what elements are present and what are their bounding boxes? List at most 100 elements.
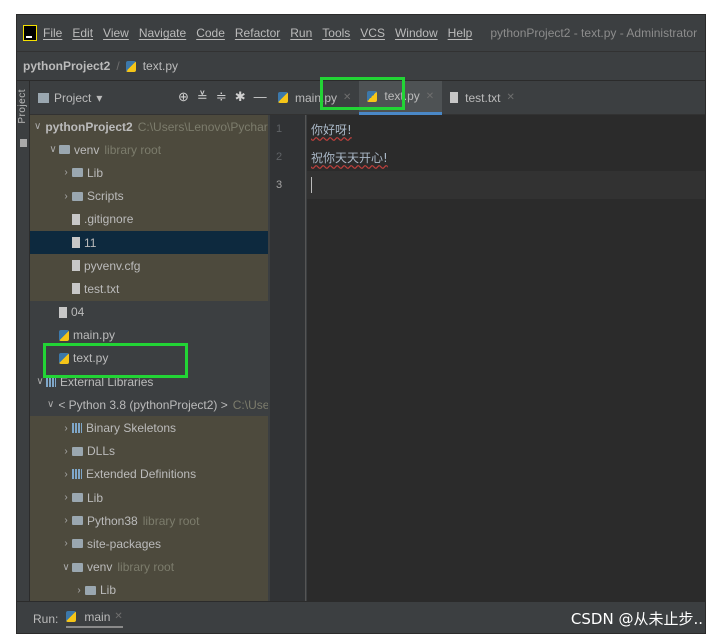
python-run-icon: [66, 611, 77, 622]
menu-vcs[interactable]: VCS: [360, 26, 385, 40]
collapsed-arrow-icon[interactable]: ›: [60, 446, 72, 457]
menu-refactor[interactable]: Refactor: [235, 26, 280, 40]
tree-item-label: Binary Skeletons: [86, 421, 177, 436]
expanded-arrow-icon[interactable]: ∨: [47, 399, 54, 410]
pycharm-logo-icon: [23, 25, 37, 41]
tree-item-label: venv: [87, 560, 113, 575]
close-icon[interactable]: ✕: [507, 92, 515, 103]
close-icon[interactable]: ✕: [343, 92, 351, 103]
structure-icon[interactable]: [20, 139, 27, 147]
collapsed-arrow-icon[interactable]: ›: [60, 538, 72, 549]
text-caret: [311, 177, 312, 193]
editor-tab[interactable]: test.txt ✕: [442, 81, 523, 115]
tree-item[interactable]: test.txt: [30, 277, 268, 301]
file-icon: [59, 306, 67, 318]
collapsed-arrow-icon[interactable]: ›: [60, 515, 72, 526]
code-line[interactable]: 你好呀!: [307, 115, 705, 143]
tree-item-hint: C:\Users\Lenovo: [232, 397, 268, 412]
library-icon: [46, 376, 56, 387]
breadcrumb: pythonProject2 / text.py: [17, 51, 705, 81]
breadcrumb-file[interactable]: text.py: [125, 59, 179, 73]
folder-icon: [72, 168, 83, 178]
editor-tab[interactable]: main.py ✕: [270, 81, 359, 115]
folder-icon: [59, 145, 70, 155]
menu-code[interactable]: Code: [196, 26, 225, 40]
menu-navigate[interactable]: Navigate: [139, 26, 186, 40]
menu-view[interactable]: View: [103, 26, 129, 40]
gear-icon[interactable]: ✱: [235, 89, 246, 105]
tree-item[interactable]: › Binary Skeletons: [30, 416, 268, 440]
tree-item[interactable]: pyvenv.cfg: [30, 254, 268, 278]
tree-item-label: Lib: [100, 583, 117, 598]
menu-file[interactable]: File: [43, 26, 62, 40]
tree-item[interactable]: 11: [30, 230, 268, 255]
line-number: 3: [276, 179, 283, 191]
project-view-selector[interactable]: Project ▾: [38, 91, 102, 105]
collapsed-arrow-icon[interactable]: ›: [60, 492, 72, 503]
tree-item[interactable]: .gitignore: [30, 207, 268, 231]
tree-item[interactable]: main.py: [30, 324, 268, 347]
collapsed-arrow-icon[interactable]: ›: [60, 423, 72, 434]
menu-edit[interactable]: Edit: [72, 26, 93, 40]
tree-item[interactable]: › Lib: [30, 578, 268, 601]
tree-item[interactable]: ∨ venv library root: [30, 138, 268, 162]
tree-item[interactable]: › DLLs: [30, 439, 268, 463]
code-line[interactable]: [307, 171, 705, 199]
tree-item[interactable]: 04: [30, 301, 268, 324]
code-line[interactable]: 祝你天天开心!: [307, 143, 705, 171]
editor-tab[interactable]: text.py ✕: [359, 80, 443, 115]
folder-icon: [38, 92, 49, 103]
expanded-arrow-icon[interactable]: ∨: [34, 376, 46, 387]
collapse-all-icon[interactable]: ≑: [216, 89, 227, 105]
expand-all-icon[interactable]: ≚: [197, 89, 208, 105]
python-file-icon: [367, 90, 378, 102]
tree-item[interactable]: ∨ venv library root: [30, 555, 268, 579]
tree-item[interactable]: › Python38 library root: [30, 509, 268, 533]
menu-window[interactable]: Window: [395, 26, 438, 40]
tree-item[interactable]: › Lib: [30, 486, 268, 510]
line-number: 2: [276, 151, 283, 163]
expanded-arrow-icon[interactable]: ∨: [60, 562, 72, 573]
project-panel: Project ▾ ⊕ ≚ ≑ ✱ — ∨ pythonProject2 C:\Us…: [30, 81, 281, 601]
tree-item-label: pyvenv.cfg: [84, 258, 141, 273]
tree-item-label: pythonProject2: [45, 119, 133, 134]
tree-item[interactable]: › site-packages: [30, 532, 268, 556]
code-text: 祝你天天开心!: [311, 150, 388, 165]
locate-file-icon[interactable]: ⊕: [178, 89, 189, 105]
code-editor[interactable]: 你好呀! 祝你天天开心!: [307, 115, 705, 601]
close-icon[interactable]: ✕: [114, 611, 122, 622]
breadcrumb-project[interactable]: pythonProject2: [23, 59, 110, 73]
text-file-icon: [450, 92, 459, 103]
file-icon: [72, 213, 80, 225]
tree-item-label: site-packages: [87, 536, 162, 551]
chevron-down-icon: ▾: [96, 90, 103, 105]
tree-item[interactable]: › Extended Definitions: [30, 462, 268, 486]
tree-item[interactable]: ∨ External Libraries: [30, 370, 268, 393]
hide-icon[interactable]: —: [254, 89, 267, 105]
code-text: 你好呀!: [311, 122, 352, 137]
collapsed-arrow-icon[interactable]: ›: [60, 167, 72, 178]
tree-item[interactable]: › Scripts: [30, 184, 268, 208]
close-icon[interactable]: ✕: [426, 91, 434, 102]
tree-item-label: Python38: [87, 513, 138, 528]
tree-item-label: Extended Definitions: [86, 467, 197, 482]
collapsed-arrow-icon[interactable]: ›: [73, 585, 85, 596]
breadcrumb-separator: /: [116, 59, 120, 73]
collapsed-arrow-icon[interactable]: ›: [60, 191, 72, 202]
menu-help[interactable]: Help: [448, 26, 473, 40]
run-tab-main[interactable]: main ✕: [66, 610, 123, 628]
file-icon: [72, 237, 80, 249]
tree-item[interactable]: ∨ < Python 3.8 (pythonProject2) > C:\Users…: [30, 393, 268, 416]
menu-run[interactable]: Run: [290, 26, 312, 40]
tree-item-label: text.py: [73, 351, 109, 366]
tree-item[interactable]: › Lib: [30, 161, 268, 185]
tree-item-label: DLLs: [87, 444, 116, 459]
collapsed-arrow-icon[interactable]: ›: [60, 469, 72, 480]
project-tool-window-button[interactable]: Project: [17, 89, 28, 124]
expanded-arrow-icon[interactable]: ∨: [47, 144, 59, 155]
tree-item[interactable]: ∨ pythonProject2 C:\Users\Lenovo\PycharmPr…: [30, 115, 268, 139]
breadcrumb-file-label: text.py: [142, 59, 179, 73]
tree-item[interactable]: text.py: [30, 347, 268, 370]
menu-tools[interactable]: Tools: [322, 26, 350, 40]
expanded-arrow-icon[interactable]: ∨: [34, 121, 41, 132]
